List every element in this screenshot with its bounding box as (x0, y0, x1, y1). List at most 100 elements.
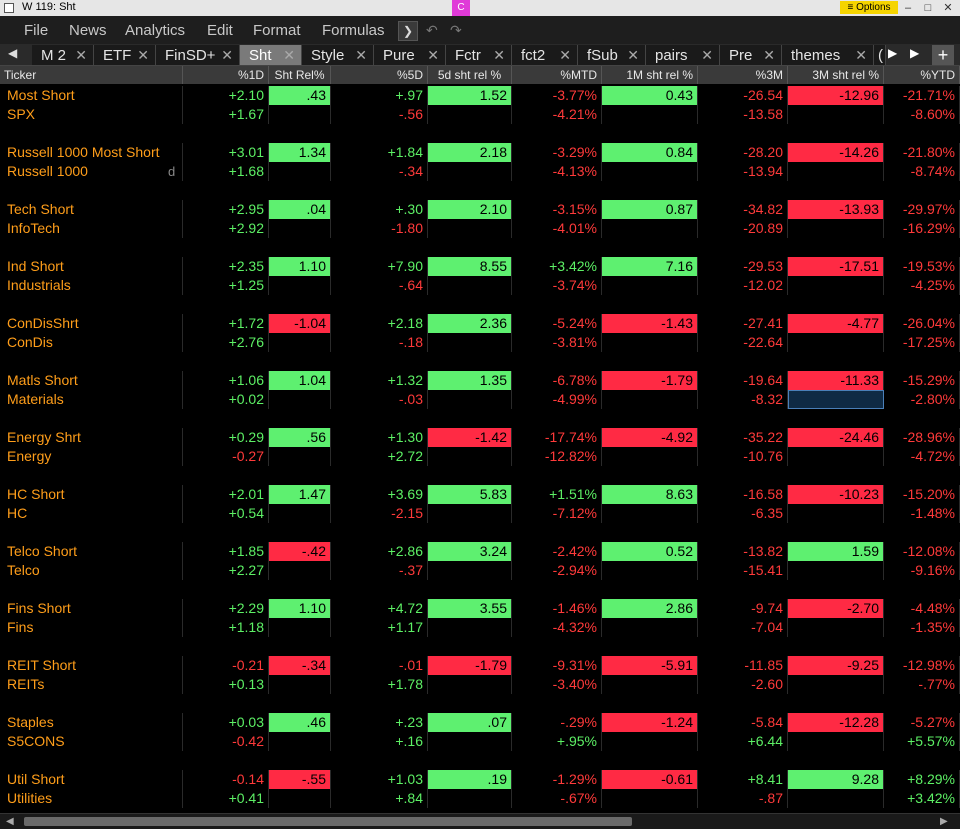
ticker-cell[interactable]: Materials (0, 390, 183, 409)
data-cell[interactable] (428, 618, 512, 637)
data-cell[interactable]: +1.32 (331, 371, 428, 390)
data-cell[interactable]: -2.94% (512, 561, 602, 580)
data-cell[interactable] (602, 105, 698, 124)
data-cell[interactable]: -8.32 (698, 390, 788, 409)
data-cell[interactable] (788, 333, 884, 352)
data-cell[interactable]: +3.01 (183, 143, 269, 162)
data-cell[interactable] (788, 105, 884, 124)
data-cell[interactable]: 1.52 (428, 86, 512, 105)
ticker-cell[interactable]: Tech Short (0, 200, 183, 219)
data-cell[interactable]: 9.28 (788, 770, 884, 789)
data-cell[interactable] (269, 105, 331, 124)
scroll-right-icon[interactable]: ▶ (940, 816, 948, 827)
data-cell[interactable]: +1.67 (183, 105, 269, 124)
data-cell[interactable]: -3.40% (512, 675, 602, 694)
column-header[interactable]: %3M (698, 66, 788, 84)
data-cell[interactable]: +.97 (331, 86, 428, 105)
data-cell[interactable]: -5.91 (602, 656, 698, 675)
ticker-cell[interactable]: InfoTech (0, 219, 183, 238)
data-cell[interactable]: +0.03 (183, 713, 269, 732)
column-header[interactable]: Sht Rel% (269, 66, 331, 84)
data-cell[interactable]: .56 (269, 428, 331, 447)
data-cell[interactable]: -11.85 (698, 656, 788, 675)
data-cell[interactable]: -34.82 (698, 200, 788, 219)
add-tab-button[interactable]: + (932, 45, 954, 65)
data-cell[interactable]: +2.95 (183, 200, 269, 219)
tab-list-icon[interactable]: ▶ (910, 46, 919, 60)
data-cell[interactable] (602, 732, 698, 751)
data-cell[interactable]: -9.16% (884, 561, 960, 580)
data-cell[interactable]: -.01 (331, 656, 428, 675)
data-cell[interactable]: -4.77 (788, 314, 884, 333)
data-cell[interactable] (602, 789, 698, 808)
data-cell[interactable] (602, 390, 698, 409)
data-cell[interactable]: -1.29% (512, 770, 602, 789)
data-cell[interactable]: -1.43 (602, 314, 698, 333)
data-cell[interactable] (428, 732, 512, 751)
tab-pure[interactable]: Pure ✕ (374, 45, 446, 65)
menu-edit[interactable]: Edit (207, 22, 233, 39)
data-cell[interactable]: -6.35 (698, 504, 788, 523)
data-cell[interactable]: +7.90 (331, 257, 428, 276)
data-cell[interactable]: -.42 (269, 542, 331, 561)
data-cell[interactable]: -9.74 (698, 599, 788, 618)
data-cell[interactable] (788, 219, 884, 238)
data-cell[interactable] (428, 675, 512, 694)
data-cell[interactable]: .46 (269, 713, 331, 732)
ticker-cell[interactable]: Russell 1000 (0, 162, 183, 181)
data-cell[interactable]: -16.58 (698, 485, 788, 504)
data-cell[interactable]: -.87 (698, 789, 788, 808)
data-cell[interactable]: -13.82 (698, 542, 788, 561)
data-cell[interactable]: -.67% (512, 789, 602, 808)
menu-formulas[interactable]: Formulas (322, 22, 385, 39)
data-cell[interactable]: 1.10 (269, 257, 331, 276)
data-cell[interactable] (269, 390, 331, 409)
data-cell[interactable] (428, 390, 512, 409)
data-cell[interactable]: +2.72 (331, 447, 428, 466)
data-cell[interactable]: -1.46% (512, 599, 602, 618)
data-cell[interactable]: -1.42 (428, 428, 512, 447)
data-cell[interactable] (602, 447, 698, 466)
data-cell[interactable] (788, 276, 884, 295)
data-cell[interactable]: -13.94 (698, 162, 788, 181)
data-cell[interactable]: -0.61 (602, 770, 698, 789)
data-cell[interactable] (269, 675, 331, 694)
data-cell[interactable]: 8.55 (428, 257, 512, 276)
ticker-cell[interactable]: Russell 1000 Most Short (0, 143, 183, 162)
data-cell[interactable]: -0.21 (183, 656, 269, 675)
data-cell[interactable] (428, 105, 512, 124)
data-cell[interactable] (602, 162, 698, 181)
ticker-cell[interactable]: HC Short (0, 485, 183, 504)
close-icon[interactable]: ✕ (701, 45, 713, 65)
close-icon[interactable]: ✕ (427, 45, 439, 65)
data-cell[interactable]: -16.29% (884, 219, 960, 238)
data-cell[interactable]: -26.04% (884, 314, 960, 333)
tab-finsd[interactable]: FinSD+ ✕ (156, 45, 240, 65)
data-cell[interactable]: -26.54 (698, 86, 788, 105)
data-cell[interactable]: 0.84 (602, 143, 698, 162)
data-cell[interactable]: -12.82% (512, 447, 602, 466)
data-cell[interactable] (428, 333, 512, 352)
data-cell[interactable]: +0.41 (183, 789, 269, 808)
data-cell[interactable] (428, 162, 512, 181)
data-cell[interactable]: -4.32% (512, 618, 602, 637)
ticker-cell[interactable]: Fins Short (0, 599, 183, 618)
data-cell[interactable] (602, 504, 698, 523)
data-cell[interactable] (602, 675, 698, 694)
data-cell[interactable]: -6.78% (512, 371, 602, 390)
data-cell[interactable]: -29.97% (884, 200, 960, 219)
data-cell[interactable]: -4.21% (512, 105, 602, 124)
data-cell[interactable] (788, 390, 884, 409)
data-cell[interactable]: +.16 (331, 732, 428, 751)
data-cell[interactable]: -21.80% (884, 143, 960, 162)
column-header[interactable]: %1D (183, 66, 269, 84)
data-cell[interactable]: 2.18 (428, 143, 512, 162)
data-cell[interactable]: +8.41 (698, 770, 788, 789)
data-cell[interactable]: -17.51 (788, 257, 884, 276)
data-cell[interactable]: -.55 (269, 770, 331, 789)
ticker-cell[interactable]: S5CONS (0, 732, 183, 751)
data-cell[interactable] (428, 276, 512, 295)
data-cell[interactable] (788, 675, 884, 694)
data-cell[interactable]: -29.53 (698, 257, 788, 276)
close-icon[interactable]: ✕ (627, 45, 639, 65)
